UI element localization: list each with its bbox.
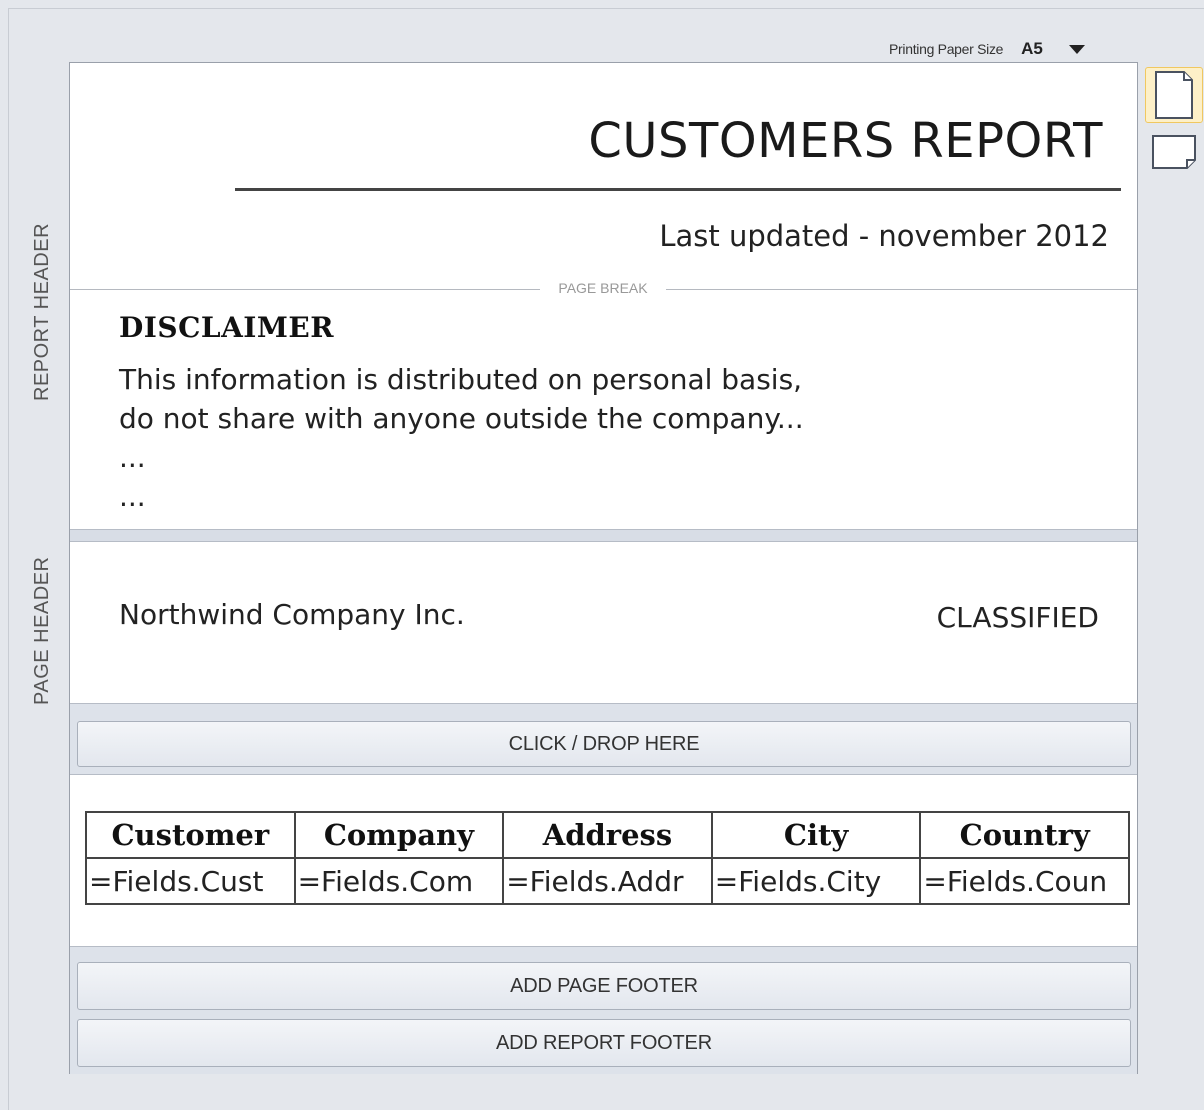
paper-size-label: Printing Paper Size xyxy=(889,41,1004,57)
paper-size-value[interactable]: A5 xyxy=(1021,39,1043,59)
column-header-company[interactable]: Company xyxy=(293,811,505,859)
page-header-section-label: PAGE HEADER xyxy=(31,556,53,706)
paper-size-selector[interactable]: Printing Paper Size A5 xyxy=(889,37,1085,61)
page-break-line-left xyxy=(70,289,540,290)
landscape-page-icon xyxy=(1152,135,1196,169)
column-header-address[interactable]: Address xyxy=(502,811,713,859)
section-divider[interactable] xyxy=(70,529,1137,542)
classified-label[interactable]: CLASSIFIED xyxy=(937,601,1099,634)
report-designer: Printing Paper Size A5 REPORT HEADER PAG… xyxy=(8,8,1204,1110)
page-break: PAGE BREAK xyxy=(70,280,1137,296)
chevron-down-icon[interactable] xyxy=(1068,44,1085,54)
report-header-section-label: REPORT HEADER xyxy=(31,222,53,401)
company-name[interactable]: Northwind Company Inc. xyxy=(119,598,465,631)
column-header-customer[interactable]: Customer xyxy=(85,811,296,859)
table-header-row: Customer Company Address City Country xyxy=(85,811,1130,859)
disclaimer-text[interactable]: This information is distributed on perso… xyxy=(119,360,804,516)
page-break-label: PAGE BREAK xyxy=(558,280,648,296)
landscape-orientation-button[interactable] xyxy=(1145,127,1203,177)
table-row: =Fields.Cust =Fields.Com =Fields.Addr =F… xyxy=(85,857,1130,905)
column-header-city[interactable]: City xyxy=(710,811,922,859)
report-title[interactable]: CUSTOMERS REPORT xyxy=(588,113,1103,169)
column-header-country[interactable]: Country xyxy=(919,811,1130,859)
page-break-line-right xyxy=(666,289,1137,290)
field-cell-city[interactable]: =Fields.City xyxy=(710,857,922,905)
portrait-page-icon xyxy=(1155,71,1193,119)
add-report-footer-button[interactable]: ADD REPORT FOOTER xyxy=(77,1019,1131,1067)
field-cell-customer[interactable]: =Fields.Cust xyxy=(85,857,296,905)
field-cell-address[interactable]: =Fields.Addr xyxy=(502,857,713,905)
field-cell-company[interactable]: =Fields.Com xyxy=(293,857,505,905)
report-page: CUSTOMERS REPORT Last updated - november… xyxy=(69,62,1138,1074)
disclaimer-title[interactable]: DISCLAIMER xyxy=(119,311,334,344)
portrait-orientation-button[interactable] xyxy=(1145,67,1203,123)
add-page-footer-button[interactable]: ADD PAGE FOOTER xyxy=(77,962,1131,1010)
click-drop-here-button[interactable]: CLICK / DROP HERE xyxy=(77,721,1131,767)
field-cell-country[interactable]: =Fields.Coun xyxy=(919,857,1130,905)
title-divider xyxy=(235,188,1121,191)
last-updated-text[interactable]: Last updated - november 2012 xyxy=(659,219,1109,253)
fields-table: Customer Company Address City Country =F… xyxy=(85,811,1130,905)
